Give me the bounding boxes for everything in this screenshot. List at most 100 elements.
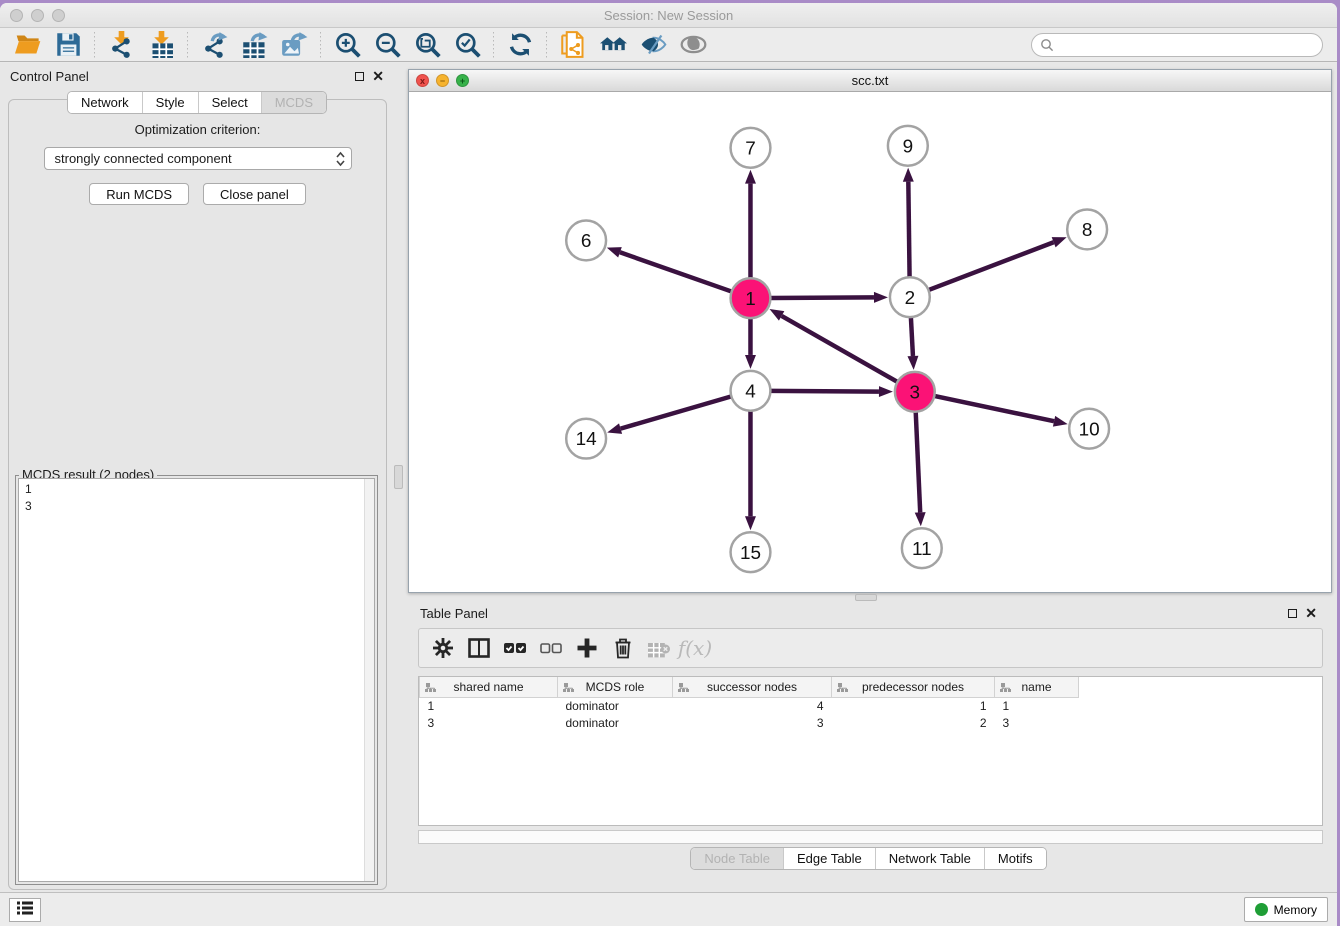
graph-edge[interactable]: [915, 412, 926, 527]
table-cell[interactable]: dominator: [558, 697, 673, 714]
column-header-predecessor-nodes[interactable]: predecessor nodes: [832, 677, 995, 697]
close-window-icon[interactable]: [10, 9, 23, 22]
network-minimize-icon[interactable]: −: [436, 74, 449, 87]
zoom-in-button[interactable]: [327, 30, 367, 60]
graph-edge[interactable]: [934, 396, 1067, 427]
graph-edge[interactable]: [745, 170, 756, 279]
close-panel-icon[interactable]: ✕: [372, 71, 384, 81]
refresh-button[interactable]: [500, 30, 540, 60]
graph-edge[interactable]: [745, 318, 756, 369]
close-table-panel-icon[interactable]: ✕: [1305, 608, 1317, 618]
graph-edge[interactable]: [745, 411, 756, 531]
mcds-result-group: MCDS result (2 nodes) 13: [15, 475, 378, 885]
table-row[interactable]: 1dominator411: [420, 697, 1079, 714]
gear-button[interactable]: [425, 632, 461, 664]
graph-node[interactable]: 11: [902, 528, 942, 568]
column-header-successor-nodes[interactable]: successor nodes: [673, 677, 832, 697]
column-header-MCDS-role[interactable]: MCDS role: [558, 677, 673, 697]
table-cell[interactable]: 4: [673, 697, 832, 714]
hide-details-button[interactable]: [633, 30, 673, 60]
memory-button[interactable]: Memory: [1244, 897, 1328, 922]
table-tab-motifs[interactable]: Motifs: [985, 848, 1046, 869]
run-mcds-button[interactable]: Run MCDS: [89, 183, 189, 205]
table-tab-node-table[interactable]: Node Table: [691, 848, 784, 869]
tab-mcds[interactable]: MCDS: [262, 92, 326, 113]
mcds-result-text[interactable]: 13: [18, 478, 375, 882]
tab-style[interactable]: Style: [143, 92, 199, 113]
function-builder-button: f(x): [677, 632, 713, 664]
graph-node[interactable]: 8: [1067, 210, 1107, 250]
zoom-out-button[interactable]: [367, 30, 407, 60]
birds-eye-button[interactable]: [673, 30, 713, 60]
graph-node[interactable]: 1: [731, 278, 771, 318]
network-titlebar[interactable]: x − + scc.txt: [409, 70, 1331, 92]
select-all-button[interactable]: [497, 632, 533, 664]
table-tab-network-table[interactable]: Network Table: [876, 848, 985, 869]
table-cell[interactable]: 1: [832, 697, 995, 714]
table-cell[interactable]: 1: [995, 697, 1079, 714]
new-network-button[interactable]: [553, 30, 593, 60]
zoom-window-icon[interactable]: [52, 9, 65, 22]
table-cell[interactable]: 3: [673, 714, 832, 731]
float-panel-icon[interactable]: [355, 72, 364, 81]
graph-edge[interactable]: [903, 168, 914, 278]
table-cell[interactable]: dominator: [558, 714, 673, 731]
graph-edge[interactable]: [770, 292, 888, 303]
open-session-button[interactable]: [8, 30, 48, 60]
network-close-icon[interactable]: x: [416, 74, 429, 87]
vertical-divider-handle[interactable]: [394, 465, 403, 489]
tab-select[interactable]: Select: [199, 92, 262, 113]
graph-node[interactable]: 2: [890, 277, 930, 317]
float-table-panel-icon[interactable]: [1288, 609, 1297, 618]
zoom-fit-icon: [414, 31, 441, 58]
graph-node[interactable]: 15: [731, 532, 771, 572]
graph-node[interactable]: 10: [1069, 409, 1109, 449]
export-table-button[interactable]: [234, 30, 274, 60]
close-panel-button[interactable]: Close panel: [203, 183, 306, 205]
graph-edge[interactable]: [770, 309, 898, 382]
table-tab-edge-table[interactable]: Edge Table: [784, 848, 876, 869]
graph-node[interactable]: 7: [731, 128, 771, 168]
network-canvas[interactable]: 7 9 6 8 1 2 4 3 14 10 15 11: [409, 92, 1331, 592]
deselect-all-button[interactable]: [533, 632, 569, 664]
graph-edge[interactable]: [770, 386, 893, 397]
add-row-button[interactable]: [569, 632, 605, 664]
export-network-button[interactable]: [194, 30, 234, 60]
minimize-window-icon[interactable]: [31, 9, 44, 22]
graph-node[interactable]: 9: [888, 126, 928, 166]
table-cell[interactable]: 2: [832, 714, 995, 731]
graph-edge[interactable]: [607, 396, 731, 433]
graph-node[interactable]: 14: [566, 419, 606, 459]
zoom-selected-button[interactable]: [447, 30, 487, 60]
node-label: 14: [576, 429, 597, 450]
table-cell[interactable]: 3: [420, 714, 558, 731]
result-scrollbar[interactable]: [364, 479, 374, 881]
import-table-button[interactable]: [141, 30, 181, 60]
app-window: Session: New Session Control Panel ✕ Net…: [0, 3, 1337, 926]
node-label: 9: [903, 136, 914, 157]
network-maximize-icon[interactable]: +: [456, 74, 469, 87]
column-view-button[interactable]: [461, 632, 497, 664]
graph-edge[interactable]: [928, 237, 1066, 290]
export-image-button[interactable]: [274, 30, 314, 60]
table-cell[interactable]: 3: [995, 714, 1079, 731]
graph-node[interactable]: 4: [731, 371, 771, 411]
import-network-button[interactable]: [101, 30, 141, 60]
trash-button[interactable]: [605, 632, 641, 664]
table-cell[interactable]: 1: [420, 697, 558, 714]
welcome-screen-button[interactable]: [593, 30, 633, 60]
table-row[interactable]: 3dominator323: [420, 714, 1079, 731]
graph-edge[interactable]: [607, 247, 732, 291]
criterion-select[interactable]: strongly connected component: [44, 147, 352, 170]
zoom-fit-button[interactable]: [407, 30, 447, 60]
column-header-name[interactable]: name: [995, 677, 1079, 697]
save-session-button[interactable]: [48, 30, 88, 60]
tab-network[interactable]: Network: [68, 92, 143, 113]
graph-node[interactable]: 6: [566, 220, 606, 260]
graph-edge[interactable]: [907, 317, 918, 370]
table-hscrollbar[interactable]: [418, 830, 1323, 844]
task-history-button[interactable]: [9, 898, 41, 922]
column-header-shared-name[interactable]: shared name: [420, 677, 558, 697]
search-input[interactable]: [1031, 33, 1323, 57]
graph-node[interactable]: 3: [895, 372, 935, 412]
